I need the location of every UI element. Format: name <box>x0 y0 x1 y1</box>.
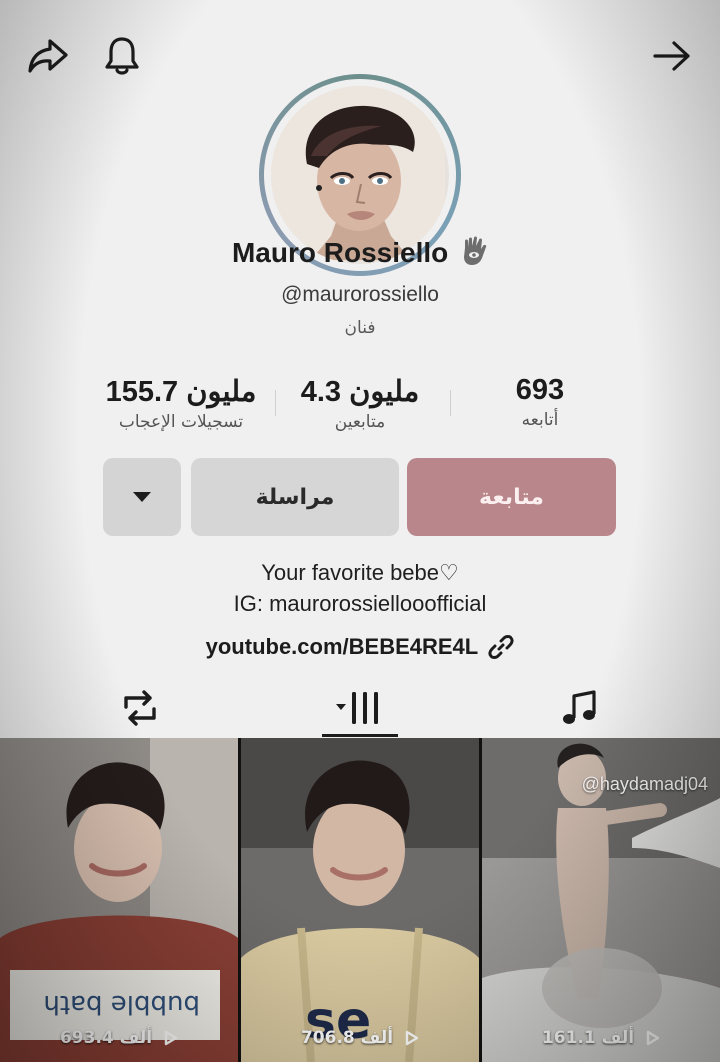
play-icon <box>405 1030 419 1046</box>
stat-likes: 155.7 مليون تسجيلات الإعجاب <box>96 374 266 432</box>
content-tabs <box>0 680 720 738</box>
action-buttons: مراسلة متابعة <box>0 458 720 538</box>
video-thumbnail[interactable]: se 706.8 ألف <box>241 738 479 1062</box>
grid-icon <box>336 692 378 724</box>
active-tab-indicator <box>322 734 398 737</box>
view-count: 161.1 ألف <box>482 1028 720 1048</box>
bio-link[interactable]: youtube.com/BEBE4RE4L <box>0 633 720 660</box>
link-icon <box>488 635 514 660</box>
stat-divider <box>275 390 276 416</box>
view-count: 706.8 ألف <box>241 1028 479 1048</box>
video-watermark: @haydamadj04 <box>581 774 708 794</box>
stats-row: 155.7 مليون تسجيلات الإعجاب 4.3 مليون مت… <box>0 374 720 444</box>
video-grid: bubble bath 693.4 ألف se 706.8 ألف @hayd… <box>0 738 720 1062</box>
bell-icon[interactable] <box>96 30 148 82</box>
message-button[interactable]: مراسلة <box>191 458 399 536</box>
svg-text:bubble bath: bubble bath <box>43 989 200 1019</box>
bio-link-text[interactable]: youtube.com/BEBE4RE4L <box>206 634 479 659</box>
stat-divider <box>450 390 451 416</box>
play-icon <box>164 1030 178 1046</box>
likes-count: 155.7 مليون <box>105 376 257 408</box>
view-count: 693.4 ألف <box>0 1028 238 1048</box>
share-icon[interactable] <box>22 30 74 82</box>
video-thumbnail[interactable]: @haydamadj04 161.1 ألف <box>482 738 720 1062</box>
repost-icon <box>124 690 156 726</box>
following-count: 693 <box>515 374 565 406</box>
display-name: Mauro Rossiello <box>231 236 449 268</box>
profile-category: فنان <box>344 318 376 338</box>
likes-label: تسجيلات الإعجاب <box>118 412 244 432</box>
tab-videos[interactable] <box>240 680 480 736</box>
bio-line: Your favorite bebe♡ <box>261 560 459 585</box>
follow-button[interactable]: متابعة <box>407 458 616 536</box>
bio: Your favorite bebe♡ IG: maurorossiellooo… <box>0 557 720 619</box>
followers-count: 4.3 مليون <box>300 376 420 408</box>
video-thumbnail[interactable]: bubble bath 693.4 ألف <box>0 738 238 1062</box>
hamsa-hand-icon <box>460 236 488 273</box>
bio-line: IG: maurorossiellooofficial <box>233 591 487 616</box>
caret-down-icon <box>133 492 151 502</box>
arrow-right-icon[interactable] <box>646 30 698 82</box>
stat-following[interactable]: 693 أتابعه <box>480 374 600 430</box>
profile-name-row: Mauro Rossiello <box>0 236 720 273</box>
tab-reposts[interactable] <box>20 680 260 736</box>
music-note-icon <box>563 690 596 724</box>
play-icon <box>646 1030 660 1046</box>
more-dropdown-button[interactable] <box>103 458 181 536</box>
tab-sounds[interactable] <box>460 680 700 736</box>
stat-followers[interactable]: 4.3 مليون متابعين <box>288 374 432 432</box>
username: @maurorossiello <box>281 283 439 306</box>
followers-label: متابعين <box>334 412 386 432</box>
following-label: أتابعه <box>521 410 559 430</box>
